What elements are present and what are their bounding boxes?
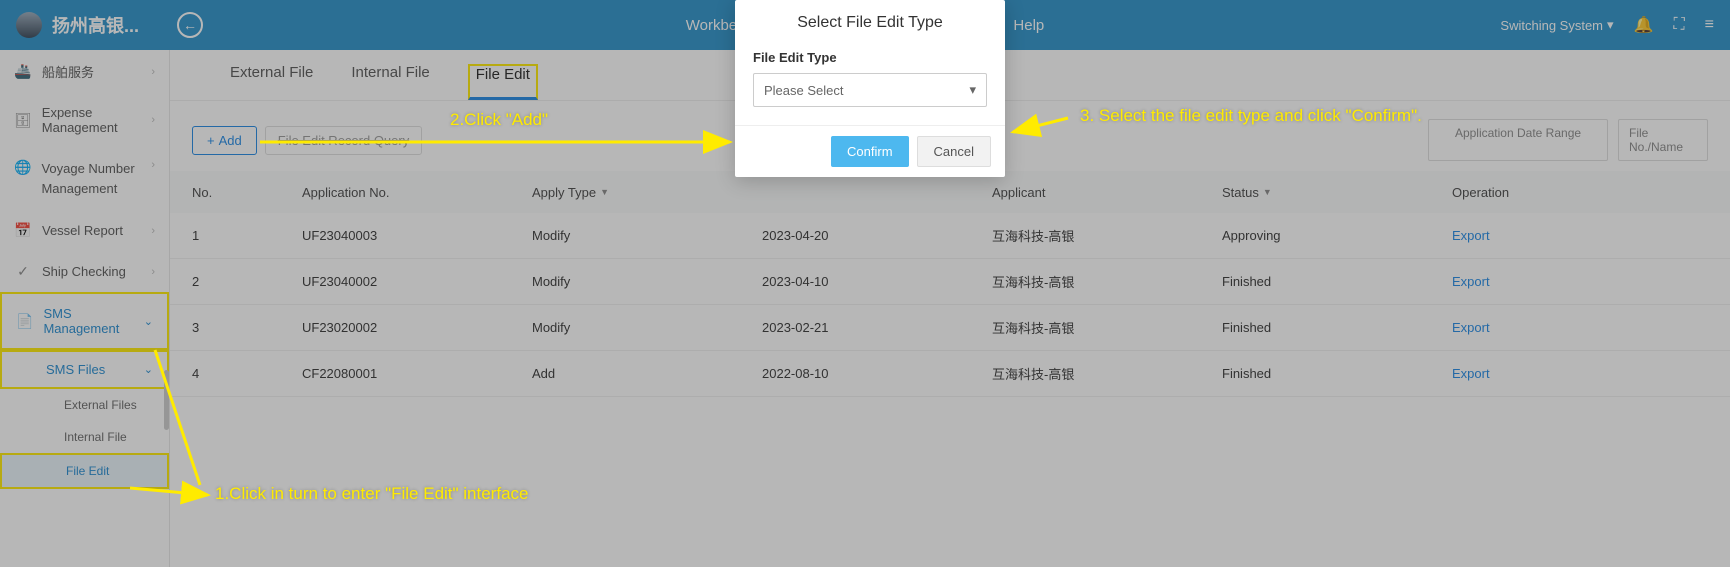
modal-title: Select File Edit Type — [735, 0, 1005, 50]
field-label: File Edit Type — [753, 50, 987, 65]
file-edit-type-modal: Select File Edit Type File Edit Type Ple… — [735, 0, 1005, 177]
confirm-button[interactable]: Confirm — [831, 136, 909, 167]
cancel-button[interactable]: Cancel — [917, 136, 991, 167]
modal-body: File Edit Type Please Select ▾ — [735, 50, 1005, 125]
chevron-down-icon: ▾ — [969, 82, 976, 98]
modal-footer: Confirm Cancel — [735, 125, 1005, 177]
file-edit-type-select[interactable]: Please Select ▾ — [753, 73, 987, 107]
select-placeholder: Please Select — [764, 83, 844, 98]
